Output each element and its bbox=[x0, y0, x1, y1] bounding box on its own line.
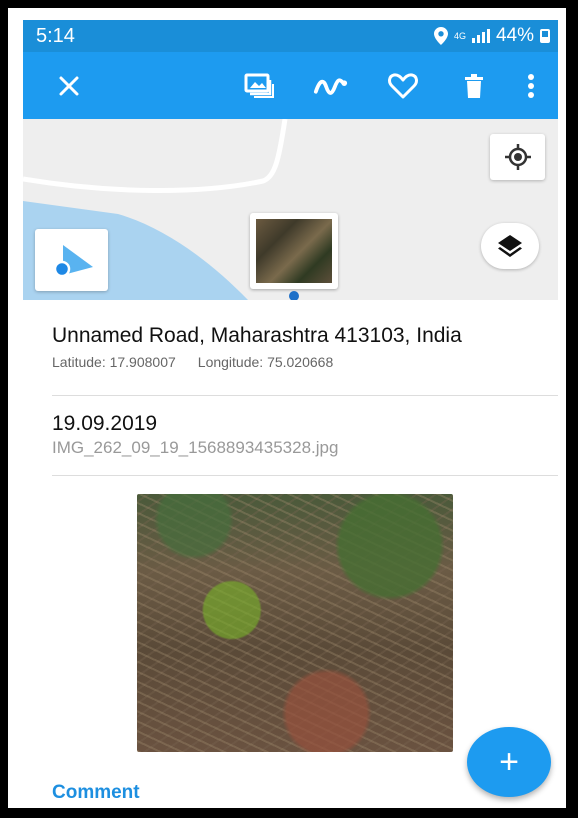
battery-percent: 44% bbox=[495, 25, 534, 46]
add-icon: + bbox=[499, 742, 519, 781]
divider bbox=[52, 475, 558, 476]
photo-preview[interactable] bbox=[137, 494, 453, 752]
close-icon[interactable] bbox=[51, 68, 87, 104]
marker-thumbnail bbox=[256, 219, 332, 283]
map-view[interactable] bbox=[23, 119, 558, 300]
layers-icon bbox=[498, 235, 522, 257]
app-bar bbox=[23, 52, 558, 119]
address: Unnamed Road, Maharashtra 413103, India bbox=[52, 324, 462, 347]
comment-button[interactable]: Comment bbox=[52, 782, 140, 804]
longitude: Longitude: 75.020668 bbox=[197, 354, 334, 370]
more-vert-icon[interactable] bbox=[513, 68, 549, 104]
my-location-icon bbox=[504, 144, 531, 170]
marker-dot bbox=[289, 291, 299, 300]
status-time: 5:14 bbox=[36, 25, 75, 47]
photo-frame: 5:14 4G 44% Unnamed Road, Maharashtra 41… bbox=[0, 0, 578, 818]
add-fab-button[interactable]: + bbox=[467, 727, 551, 797]
status-bar: 5:14 4G 44% bbox=[23, 20, 558, 52]
photo-date: 19.09.2019 bbox=[52, 412, 158, 435]
network-type: 4G bbox=[453, 30, 466, 41]
compass-button[interactable] bbox=[35, 229, 108, 291]
location-pin-icon bbox=[433, 27, 448, 45]
map-photo-marker[interactable] bbox=[250, 213, 338, 289]
gallery-icon[interactable] bbox=[241, 68, 277, 104]
layers-button[interactable] bbox=[481, 223, 539, 269]
latitude: Latitude: 17.908007 bbox=[52, 354, 176, 370]
track-icon[interactable] bbox=[313, 68, 349, 104]
battery-icon bbox=[540, 29, 550, 43]
divider bbox=[52, 395, 558, 396]
coordinates: Latitude: 17.908007 Longitude: 75.020668 bbox=[52, 354, 333, 370]
favorite-icon[interactable] bbox=[385, 68, 421, 104]
signal-icon bbox=[471, 29, 490, 43]
phone-screen: 5:14 4G 44% Unnamed Road, Maharashtra 41… bbox=[23, 20, 558, 808]
status-indicators: 4G 44% bbox=[433, 25, 550, 47]
photo-filename: IMG_262_09_19_1568893435328.jpg bbox=[52, 438, 339, 457]
delete-icon[interactable] bbox=[456, 68, 492, 104]
my-location-button[interactable] bbox=[490, 134, 545, 180]
compass-icon bbox=[53, 245, 93, 278]
